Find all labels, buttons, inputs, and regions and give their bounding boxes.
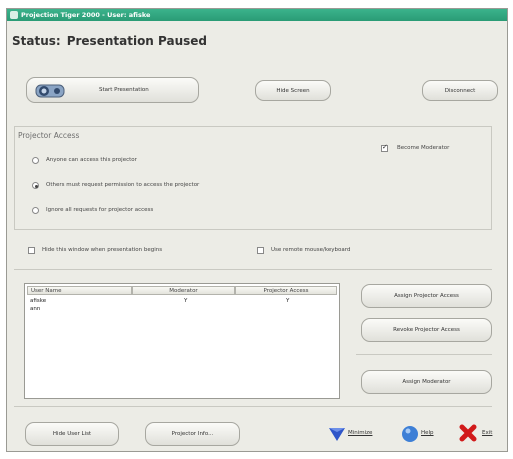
minimize-label[interactable]: Minimize	[348, 430, 372, 436]
column-user-name[interactable]: User Name	[27, 286, 132, 295]
radio-ignore-requests[interactable]	[32, 207, 39, 214]
column-projector-access[interactable]: Projector Access	[235, 286, 337, 295]
cell-user-name: afiske	[30, 298, 47, 304]
radio-anyone-access-label: Anyone can access this projector	[46, 157, 137, 163]
exit-icon[interactable]	[459, 424, 477, 442]
title-bar[interactable]: Projection Tiger 2000 - User: afiske	[7, 9, 507, 21]
assign-moderator-label: Assign Moderator	[402, 379, 451, 385]
divider	[14, 269, 492, 270]
projector-access-label: Projector Access	[18, 131, 80, 140]
hide-window-checkbox[interactable]	[28, 247, 35, 254]
app-icon	[10, 11, 18, 19]
hide-screen-button[interactable]: Hide Screen	[255, 80, 331, 101]
side-divider	[356, 354, 492, 355]
minimize-icon[interactable]	[327, 425, 347, 443]
status-line: Status: Presentation Paused	[12, 34, 207, 48]
assign-access-label: Assign Projector Access	[394, 293, 459, 299]
radio-request-permission-label: Others must request permission to access…	[46, 182, 200, 188]
cell-user-name: ann	[30, 306, 41, 312]
assign-access-button[interactable]: Assign Projector Access	[361, 284, 492, 308]
user-list-table[interactable]: User Name Moderator Projector Access afi…	[24, 283, 340, 399]
table-row[interactable]: ann	[28, 305, 336, 313]
help-icon[interactable]	[401, 425, 419, 443]
start-presentation-label: Start Presentation	[99, 87, 149, 93]
start-presentation-button[interactable]: Start Presentation	[26, 77, 199, 103]
radio-ignore-requests-label: Ignore all requests for projector access	[46, 207, 154, 213]
window-title: Projection Tiger 2000 - User: afiske	[21, 11, 151, 19]
projector-access-group	[14, 126, 492, 230]
hide-user-list-button[interactable]: Hide User List	[25, 422, 119, 446]
footer-divider	[14, 406, 492, 407]
table-header: User Name Moderator Projector Access	[27, 286, 337, 295]
column-moderator[interactable]: Moderator	[132, 286, 235, 295]
disconnect-button[interactable]: Disconnect	[422, 80, 498, 101]
revoke-access-label: Revoke Projector Access	[393, 327, 460, 333]
cell-projector-access: Y	[286, 298, 290, 304]
radio-anyone-access[interactable]	[32, 157, 39, 164]
cell-moderator: Y	[184, 298, 188, 304]
become-moderator-label: Become Moderator	[397, 145, 450, 151]
disconnect-label: Disconnect	[444, 88, 476, 94]
become-moderator-checkbox[interactable]	[381, 143, 388, 152]
status-label: Status:	[12, 34, 61, 48]
remote-input-label: Use remote mouse/keyboard	[271, 247, 351, 253]
projector-info-button[interactable]: Projector Info...	[145, 422, 240, 446]
help-label[interactable]: Help	[421, 430, 434, 436]
assign-moderator-button[interactable]: Assign Moderator	[361, 370, 492, 394]
hide-screen-label: Hide Screen	[276, 88, 310, 94]
projector-icon	[35, 84, 65, 98]
hide-window-label: Hide this window when presentation begin…	[42, 247, 163, 253]
exit-label[interactable]: Exit	[482, 430, 492, 436]
hide-user-list-label: Hide User List	[52, 431, 92, 437]
table-row[interactable]: afiske Y Y	[28, 297, 336, 305]
remote-input-checkbox[interactable]	[257, 247, 264, 254]
radio-request-permission[interactable]	[32, 182, 39, 189]
projector-info-label: Projector Info...	[171, 431, 214, 437]
revoke-access-button[interactable]: Revoke Projector Access	[361, 318, 492, 342]
status-value: Presentation Paused	[66, 34, 208, 48]
